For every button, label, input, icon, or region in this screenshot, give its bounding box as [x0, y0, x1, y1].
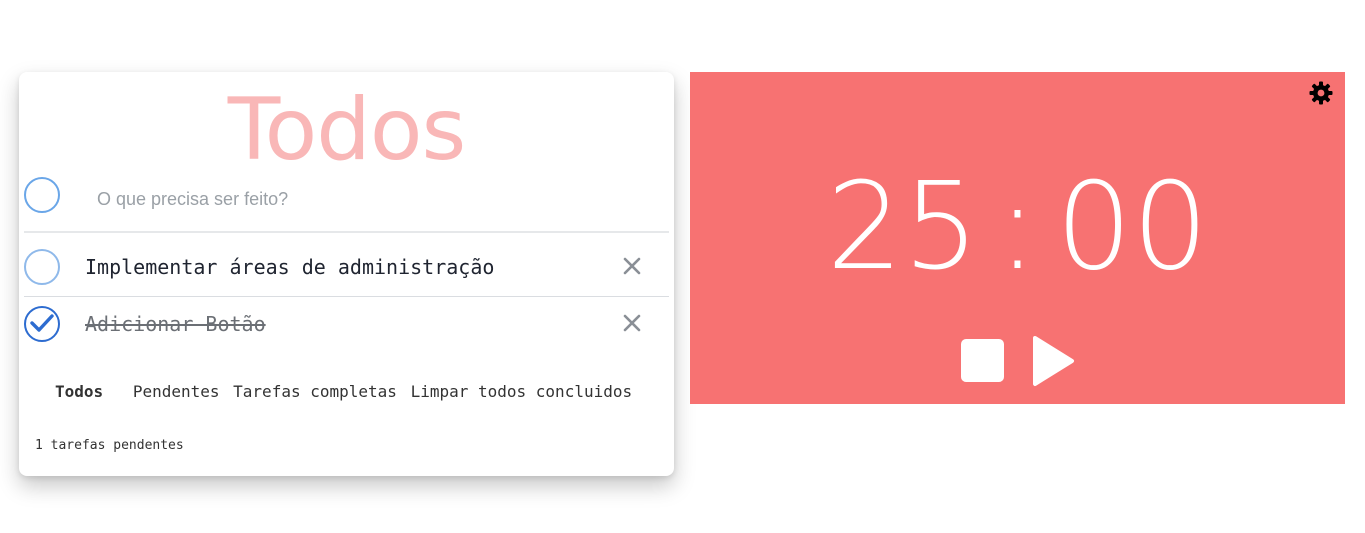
time-separator: : [997, 158, 1038, 297]
stop-button[interactable] [961, 339, 1004, 382]
todo-toggle-checkbox[interactable] [24, 306, 60, 342]
todo-app-title: Todos [227, 80, 467, 180]
todo-toggle-checkbox[interactable] [24, 249, 60, 285]
time-display: 25:00 [690, 158, 1345, 298]
filter-pending[interactable]: Pendentes [133, 382, 220, 401]
check-icon [30, 314, 54, 332]
filter-completed[interactable]: Tarefas completas [233, 382, 397, 401]
gear-icon[interactable] [1309, 81, 1333, 105]
todo-item-label[interactable]: Adicionar Botão [85, 312, 266, 336]
pomodoro-timer: 25:00 [690, 72, 1345, 404]
pending-count: 1 tarefas pendentes [35, 438, 184, 453]
divider [24, 231, 669, 233]
toggle-all-button[interactable] [24, 177, 60, 213]
play-icon[interactable] [1031, 335, 1075, 387]
filter-all[interactable]: Todos [55, 382, 103, 401]
todo-card: Todos Implementar áreas de administração… [19, 72, 679, 476]
filters-bar: Todos Pendentes Tarefas completas Limpar… [55, 382, 636, 401]
todo-item-label[interactable]: Implementar áreas de administração [85, 255, 494, 279]
close-icon[interactable] [622, 256, 642, 276]
clear-completed-button[interactable]: Limpar todos concluidos [411, 382, 633, 401]
new-todo-input[interactable] [83, 180, 679, 218]
close-icon[interactable] [622, 313, 642, 333]
divider [24, 296, 669, 297]
minutes-value: 25 [826, 158, 980, 297]
seconds-value: 00 [1055, 158, 1209, 297]
